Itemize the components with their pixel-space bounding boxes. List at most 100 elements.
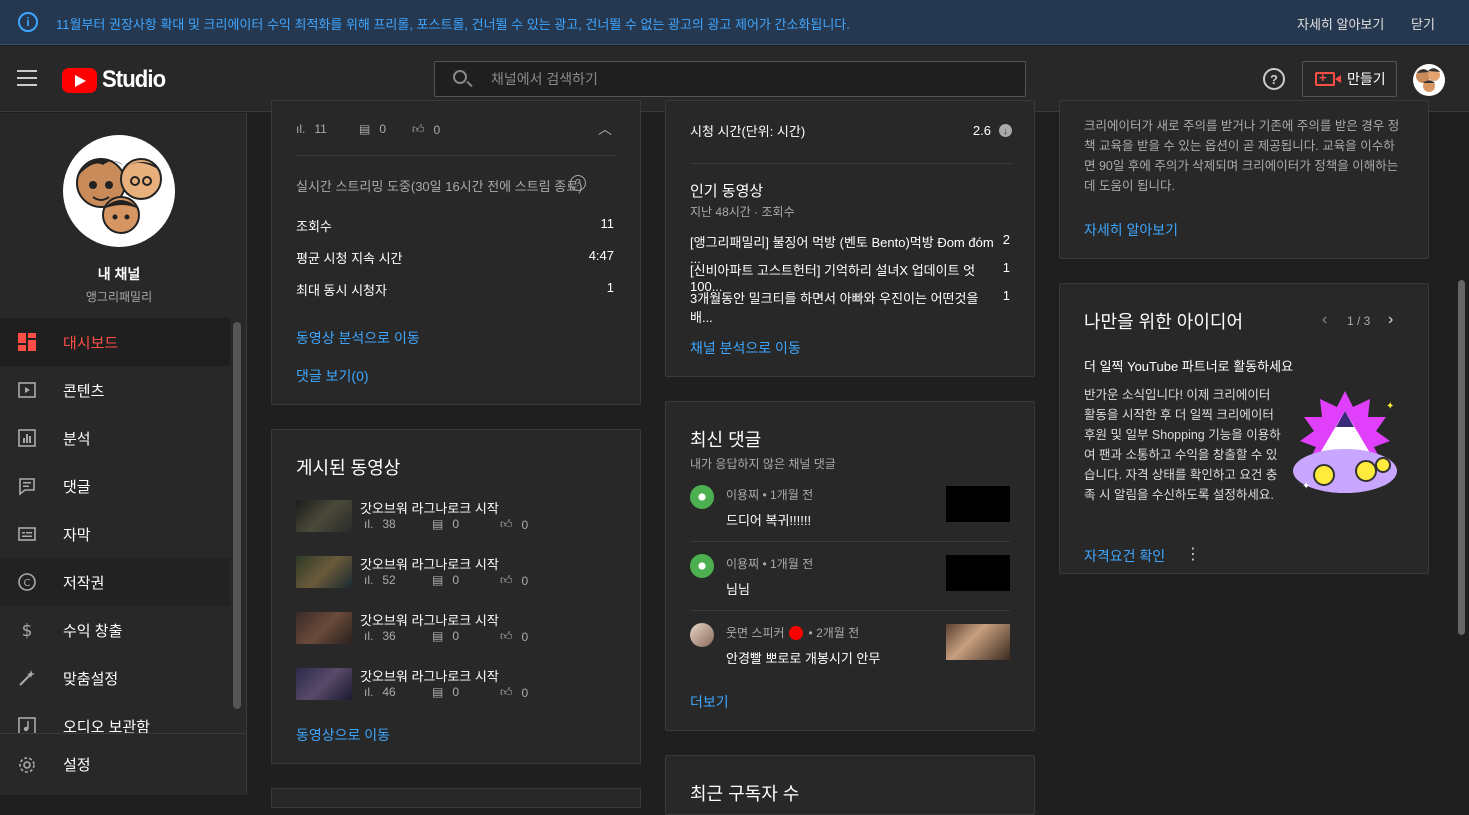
views-icon: ıl. xyxy=(364,517,374,531)
monetization-icon: $ xyxy=(17,620,37,640)
card-title: 나만을 위한 아이디어 xyxy=(1084,312,1244,332)
video-thumbnail[interactable] xyxy=(296,500,352,532)
chevron-left-icon[interactable]: ‹ xyxy=(1322,311,1327,329)
top-videos-title: 인기 동영상 xyxy=(690,183,764,200)
thumbs-up-icon: 👍︎ xyxy=(500,629,513,643)
partner-illustration: ✦ ✦ xyxy=(1288,389,1403,504)
commenter-avatar[interactable] xyxy=(690,485,714,509)
comment-author[interactable]: 웃면 스피커 xyxy=(726,624,785,641)
verified-badge-icon xyxy=(788,625,803,640)
sidebar-item-copyright[interactable]: C 저작권 xyxy=(0,558,230,606)
watch-time-value: 2.6 xyxy=(972,123,991,138)
metric-row: 최대 동시 시청자 1 xyxy=(296,280,614,299)
views-count: 36 xyxy=(382,629,396,643)
video-title[interactable]: 갓오브워 라그나로크 시작 xyxy=(360,498,499,517)
sidebar-item-customization[interactable]: 맞춤설정 xyxy=(0,654,230,702)
go-to-videos-link[interactable]: 동영상으로 이동 xyxy=(296,725,390,745)
video-analytics-link[interactable]: 동영상 분석으로 이동 xyxy=(296,328,420,348)
logo-text: Studio xyxy=(102,66,166,93)
create-button[interactable]: 만들기 xyxy=(1302,61,1397,97)
svg-text:$: $ xyxy=(22,621,33,640)
subtitles-icon xyxy=(17,524,37,544)
chevron-up-icon[interactable]: ︿ xyxy=(598,119,612,139)
policy-learn-more-link[interactable]: 자세히 알아보기 xyxy=(1084,220,1178,240)
video-thumbnail[interactable] xyxy=(946,486,1010,522)
channel-name: 앵그리패밀리 xyxy=(85,290,153,304)
views-stat: ıl. 11 xyxy=(296,122,327,136)
sidebar-item-monetization[interactable]: $ 수익 창출 xyxy=(0,606,230,654)
subscribers-card: 최근 구독자 수 xyxy=(665,755,1035,815)
sidebar-item-comments[interactable]: 댓글 xyxy=(0,462,230,510)
commenter-avatar[interactable] xyxy=(690,623,714,647)
create-label: 만들기 xyxy=(1347,71,1386,87)
main-scrollbar[interactable] xyxy=(1458,280,1465,635)
info-icon: i xyxy=(18,12,38,32)
chevron-right-icon[interactable]: › xyxy=(1388,311,1393,329)
comment-time: • 1개월 전 xyxy=(762,488,814,502)
content-icon xyxy=(17,380,37,400)
thumbs-up-icon: 👍︎ xyxy=(500,685,513,699)
sidebar-item-dashboard[interactable]: 대시보드 xyxy=(0,318,230,366)
more-options-icon[interactable]: ⋮ xyxy=(1185,544,1201,564)
comment-icon: ▤ xyxy=(432,573,444,587)
comment-author[interactable]: 이용찌 xyxy=(726,488,759,502)
views-icon: ıl. xyxy=(364,573,374,587)
video-thumbnail[interactable] xyxy=(946,555,1010,591)
help-icon[interactable]: ? xyxy=(570,175,586,191)
views-icon: ıl. xyxy=(364,629,374,643)
top-video-row[interactable]: 3개월동안 밀크티를 하면서 아빠와 우진이는 어떤것을 배... 1 xyxy=(690,288,1010,326)
dashboard-icon xyxy=(17,332,37,352)
banner-message: 11월부터 권장사항 확대 및 크리에이터 수익 최적화를 위해 프리롤, 포스… xyxy=(56,17,850,32)
comment-icon: ▤ xyxy=(432,685,444,699)
banner-learn-more-link[interactable]: 자세히 알아보기 xyxy=(1297,14,1384,33)
help-icon[interactable]: ? xyxy=(1263,68,1285,90)
sidebar-item-label: 저작권 xyxy=(63,574,105,592)
studio-logo[interactable]: Studio xyxy=(62,66,171,94)
video-title[interactable]: 갓오브워 라그나로크 시작 xyxy=(360,666,499,685)
search-input[interactable] xyxy=(491,62,991,96)
video-title[interactable]: 갓오브워 라그나로크 시작 xyxy=(360,554,499,573)
analytics-icon xyxy=(17,428,37,448)
next-card xyxy=(271,788,641,808)
settings-label: 설정 xyxy=(63,757,91,774)
hamburger-menu-icon[interactable] xyxy=(17,70,37,86)
likes-count: 0 xyxy=(433,122,441,137)
banner-close-button[interactable]: 닫기 xyxy=(1411,14,1435,33)
sidebar-scrollbar[interactable] xyxy=(233,322,241,709)
comment-author[interactable]: 이용찌 xyxy=(726,557,759,571)
comment-icon: ▤ xyxy=(359,122,371,136)
channel-analytics-link[interactable]: 채널 분석으로 이동 xyxy=(690,338,801,358)
more-comments-link[interactable]: 더보기 xyxy=(690,692,729,712)
likes-count: 0 xyxy=(521,629,529,644)
sidebar-item-subtitles[interactable]: 자막 xyxy=(0,510,230,558)
sidebar-item-analytics[interactable]: 분석 xyxy=(0,414,230,462)
sidebar: 내 채널 앵그리패밀리 대시보드 콘텐츠 분석 댓글 자막 C 저작권 $ 수익… xyxy=(0,113,247,795)
views-count: 38 xyxy=(382,517,396,531)
watch-time-row: 시청 시간(단위: 시간) 2.6 ↓ xyxy=(690,121,1012,140)
video-thumbnail[interactable] xyxy=(296,556,352,588)
comment-text: 드디어 복귀!!!!!! xyxy=(726,513,812,528)
view-comments-link[interactable]: 댓글 보기(0) xyxy=(296,366,369,386)
youtube-play-icon xyxy=(62,67,97,93)
channel-avatar[interactable] xyxy=(63,135,175,247)
video-thumbnail[interactable] xyxy=(296,612,352,644)
comments-count: 0 xyxy=(379,122,387,136)
sidebar-item-settings[interactable]: 설정 xyxy=(0,733,246,795)
card-subtitle: 내가 응답하지 않은 채널 댓글 xyxy=(690,457,836,471)
check-eligibility-link[interactable]: 자격요건 확인 xyxy=(1084,546,1165,566)
search-box[interactable] xyxy=(434,61,1026,97)
sidebar-item-content[interactable]: 콘텐츠 xyxy=(0,366,230,414)
sidebar-item-label: 댓글 xyxy=(63,478,91,496)
likes-count: 0 xyxy=(521,517,529,532)
video-thumbnail[interactable] xyxy=(296,668,352,700)
channel-analytics-card: 시청 시간(단위: 시간) 2.6 ↓ 인기 동영상 지난 48시간 · 조회수… xyxy=(665,100,1035,377)
account-avatar[interactable] xyxy=(1413,64,1445,96)
metric-value: 1 xyxy=(606,280,614,295)
views-count: 11 xyxy=(314,122,327,136)
thumbs-up-icon: 👍︎ xyxy=(500,517,513,531)
top-video-title: 3개월동안 밀크티를 하면서 아빠와 우진이는 어떤것을 배... xyxy=(690,291,979,325)
video-title[interactable]: 갓오브워 라그나로크 시작 xyxy=(360,610,499,629)
card-title: 최신 댓글 xyxy=(690,430,762,450)
video-thumbnail[interactable] xyxy=(946,624,1010,660)
commenter-avatar[interactable] xyxy=(690,554,714,578)
